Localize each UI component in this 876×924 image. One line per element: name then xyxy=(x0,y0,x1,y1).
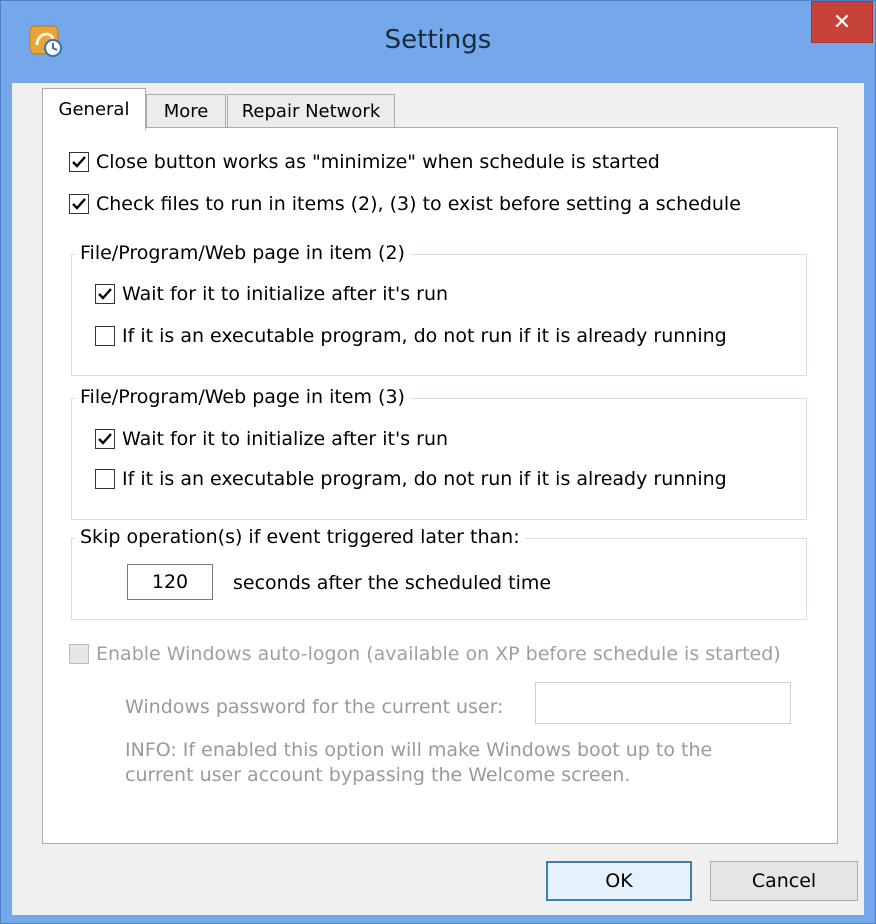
close-button[interactable]: ✕ xyxy=(811,1,873,43)
item2-wait-checkbox[interactable] xyxy=(95,284,115,304)
item2-group-title: File/Program/Web page in item (2) xyxy=(75,242,410,264)
item3-norerun-option[interactable]: If it is an executable program, do not r… xyxy=(95,468,727,490)
tab-general[interactable]: General xyxy=(42,88,146,130)
item3-norerun-label: If it is an executable program, do not r… xyxy=(122,468,727,490)
settings-window: Settings ✕ General More Repair Network C… xyxy=(0,0,876,924)
item2-norerun-checkbox[interactable] xyxy=(95,326,115,346)
cancel-button[interactable]: Cancel xyxy=(710,861,858,901)
skip-seconds-suffix: seconds after the scheduled time xyxy=(233,572,552,594)
tab-more-label: More xyxy=(163,101,209,122)
item3-wait-label: Wait for it to initialize after it's run xyxy=(122,428,449,450)
checkmark-icon xyxy=(72,198,86,210)
tab-repair-network-label: Repair Network xyxy=(241,101,381,122)
close-minimize-checkbox[interactable] xyxy=(69,152,89,172)
item3-group xyxy=(71,398,807,520)
check-files-option[interactable]: Check files to run in items (2), (3) to … xyxy=(69,193,741,215)
tab-repair-network[interactable]: Repair Network xyxy=(227,94,395,128)
dialog-client-area: General More Repair Network Close button… xyxy=(12,83,864,915)
info-text-line-2: current user account bypassing the Welco… xyxy=(125,764,631,786)
checkmark-icon xyxy=(98,288,112,300)
checkmark-icon xyxy=(98,433,112,445)
tab-general-label: General xyxy=(58,99,130,120)
item3-wait-checkbox[interactable] xyxy=(95,429,115,449)
item2-norerun-label: If it is an executable program, do not r… xyxy=(122,325,727,347)
title-bar[interactable]: Settings ✕ xyxy=(1,1,875,81)
tab-more[interactable]: More xyxy=(146,94,226,128)
close-minimize-option[interactable]: Close button works as "minimize" when sc… xyxy=(69,151,660,173)
autologon-option[interactable]: Enable Windows auto-logon (available on … xyxy=(69,643,781,665)
item3-norerun-checkbox[interactable] xyxy=(95,469,115,489)
check-files-checkbox[interactable] xyxy=(69,194,89,214)
autologon-checkbox[interactable] xyxy=(69,644,89,664)
password-label: Windows password for the current user: xyxy=(125,696,504,718)
ok-button[interactable]: OK xyxy=(546,861,692,901)
item3-group-title: File/Program/Web page in item (3) xyxy=(75,386,410,408)
close-icon: ✕ xyxy=(832,9,852,35)
item2-wait-label: Wait for it to initialize after it's run xyxy=(122,283,449,305)
checkmark-icon xyxy=(72,156,86,168)
skip-group-title: Skip operation(s) if event triggered lat… xyxy=(75,526,525,548)
autologon-label: Enable Windows auto-logon (available on … xyxy=(96,643,781,665)
close-minimize-label: Close button works as "minimize" when sc… xyxy=(96,151,660,173)
check-files-label: Check files to run in items (2), (3) to … xyxy=(96,193,741,215)
info-text-line-1: INFO: If enabled this option will make W… xyxy=(125,739,713,761)
item2-wait-option[interactable]: Wait for it to initialize after it's run xyxy=(95,283,448,305)
window-title: Settings xyxy=(384,25,492,55)
item3-wait-option[interactable]: Wait for it to initialize after it's run xyxy=(95,428,448,450)
password-input[interactable] xyxy=(535,682,791,724)
item2-norerun-option[interactable]: If it is an executable program, do not r… xyxy=(95,325,727,347)
general-tab-panel: Close button works as "minimize" when sc… xyxy=(42,127,838,844)
skip-seconds-input[interactable]: 120 xyxy=(127,564,213,600)
item2-group xyxy=(71,254,807,376)
